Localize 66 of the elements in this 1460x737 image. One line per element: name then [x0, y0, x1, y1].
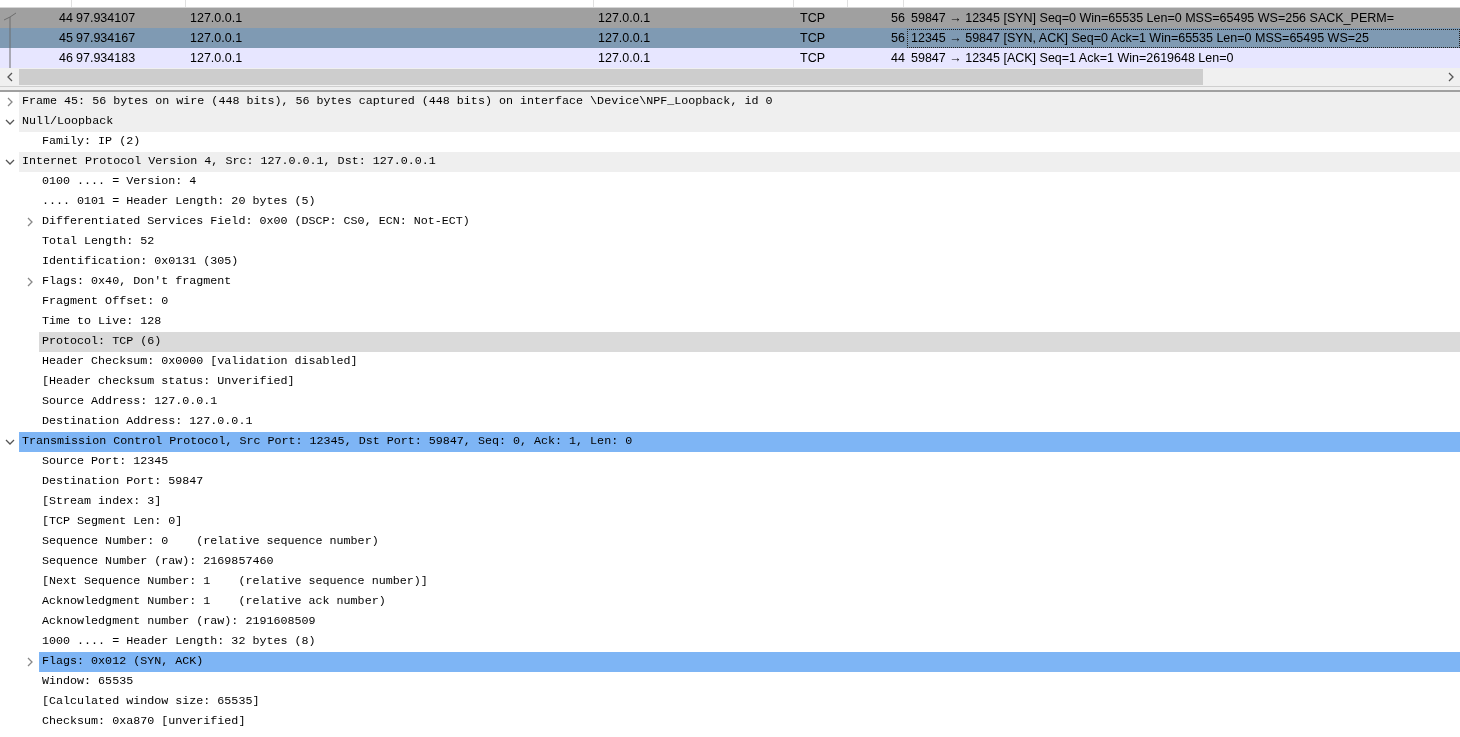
table-cell-text: 127.0.0.1 [597, 29, 652, 47]
tree-item[interactable]: Acknowledgment Number: 1 (relative ack number) [39, 592, 1460, 612]
chevron-right-icon [1447, 72, 1454, 82]
tree-item[interactable]: .... 0101 = Header Length: 20 bytes (5) [39, 192, 1460, 212]
tree-item[interactable]: 0100 .... = Version: 4 [39, 172, 1460, 192]
tree-item[interactable]: Protocol: TCP (6) [39, 332, 1460, 352]
tree-item[interactable]: Null/Loopback [19, 112, 1460, 132]
tree-item[interactable]: Family: IP (2) [39, 132, 1460, 152]
tree-item[interactable]: Header Checksum: 0x0000 [validation disabled] [39, 352, 1460, 372]
tree-item[interactable]: 1000 .... = Header Length: 32 bytes (8) [39, 632, 1460, 652]
tree-item[interactable]: Fragment Offset: 0 [39, 292, 1460, 312]
tree-item[interactable]: Source Port: 12345 [39, 452, 1460, 472]
tree-item[interactable]: [Stream index: 3] [39, 492, 1460, 512]
tree-item[interactable]: Differentiated Services Field: 0x00 (DSCP: CS0, ECN: Not-ECT) [39, 212, 1460, 232]
tree-item[interactable]: Acknowledgment number (raw): 2191608509 [39, 612, 1460, 632]
table-cell-text: 97.934183 [75, 49, 137, 67]
expanded-chevron-icon[interactable] [4, 119, 15, 125]
tree-item[interactable]: Destination Address: 127.0.0.1 [39, 412, 1460, 432]
chevron-left-icon [6, 72, 13, 82]
tree-item[interactable]: Frame 45: 56 bytes on wire (448 bits), 56 bytes captured (448 bits) on interface \Device\NPF_Loopback, id 0 [19, 92, 1460, 112]
packet-row[interactable]: 44 97.934107 127.0.0.1 127.0.0.1 TCP 56 59847 → 12345 [SYN] Seq=0 Win=65535 Len=0 MSS=65495 WS=256 SACK_PERM= [0, 8, 1460, 28]
tree-item[interactable]: Sequence Number: 0 (relative sequence number) [39, 532, 1460, 552]
expanded-chevron-icon[interactable] [4, 439, 15, 445]
tree-item[interactable]: Flags: 0x012 (SYN, ACK) [39, 652, 1460, 672]
table-cell-text: 44 [58, 9, 73, 27]
tree-item[interactable]: Source Address: 127.0.0.1 [39, 392, 1460, 412]
table-cell-text: 97.934167 [75, 29, 137, 47]
packet-row[interactable]: 45 97.934167 127.0.0.1 127.0.0.1 TCP 56 12345 → 59847 [SYN, ACK] Seq=0 Ack=1 Win=65535 Len=0 MSS=65495 WS=25 [0, 28, 1460, 48]
tree-item[interactable]: Time to Live: 128 [39, 312, 1460, 332]
collapsed-chevron-icon[interactable] [26, 277, 33, 287]
tree-item[interactable]: Transmission Control Protocol, Src Port: 12345, Dst Port: 59847, Seq: 0, Ack: 1, Len: 0 [19, 432, 1460, 452]
table-cell-text: TCP [799, 29, 826, 47]
table-cell-text: 127.0.0.1 [189, 9, 244, 27]
table-cell-text: 127.0.0.1 [189, 49, 244, 67]
tree-item[interactable]: Sequence Number (raw): 2169857460 [39, 552, 1460, 572]
packet-row[interactable]: 46 97.934183 127.0.0.1 127.0.0.1 TCP 44 59847 → 12345 [ACK] Seq=1 Ack=1 Win=2619648 Len=0 [0, 48, 1460, 68]
tree-item[interactable]: Identification: 0x0131 (305) [39, 252, 1460, 272]
tree-item[interactable]: Flags: 0x40, Don't fragment [39, 272, 1460, 292]
tree-item[interactable]: Destination Port: 59847 [39, 472, 1460, 492]
table-cell-text: 127.0.0.1 [597, 9, 652, 27]
table-cell-text: 45 [58, 29, 73, 47]
table-cell-text: 44 [890, 49, 906, 67]
table-cell-text: TCP [799, 9, 826, 27]
table-cell-text: 59847 → 12345 [SYN] Seq=0 Win=65535 Len=0 MSS=65495 WS=256 SACK_PERM= [910, 9, 1395, 27]
table-cell-text: 127.0.0.1 [189, 29, 244, 47]
tree-item[interactable]: Internet Protocol Version 4, Src: 127.0.0.1, Dst: 127.0.0.1 [19, 152, 1460, 172]
table-cell: 12345 → 59847 [SYN, ACK] Seq=0 Ack=1 Win=65535 Len=0 MSS=65495 WS=25 [907, 28, 1460, 48]
tree-item[interactable]: Checksum: 0xa870 [unverified] [39, 712, 1460, 732]
table-cell-text: 97.934107 [75, 9, 137, 27]
table-cell-text: 46 [58, 49, 73, 67]
table-cell-text: 127.0.0.1 [597, 49, 652, 67]
expanded-chevron-icon[interactable] [4, 159, 15, 165]
tree-item[interactable]: [Calculated window size: 65535] [39, 692, 1460, 712]
tree-item[interactable]: [TCP Segment Len: 0] [39, 512, 1460, 532]
tree-item[interactable]: Window: 65535 [39, 672, 1460, 692]
tree-item[interactable]: [Header checksum status: Unverified] [39, 372, 1460, 392]
collapsed-chevron-icon[interactable] [26, 217, 33, 227]
table-cell-text: 56 [890, 9, 906, 27]
scrollbar-thumb[interactable] [19, 69, 1203, 85]
tree-item[interactable]: [Next Sequence Number: 1 (relative sequence number)] [39, 572, 1460, 592]
tree-item[interactable]: Total Length: 52 [39, 232, 1460, 252]
table-cell-text: 56 [890, 29, 906, 47]
collapsed-chevron-icon[interactable] [6, 97, 13, 107]
table-cell-text: TCP [799, 49, 826, 67]
table-cell-text: 59847 → 12345 [ACK] Seq=1 Ack=1 Win=2619648 Len=0 [910, 49, 1235, 67]
collapsed-chevron-icon[interactable] [26, 657, 33, 667]
